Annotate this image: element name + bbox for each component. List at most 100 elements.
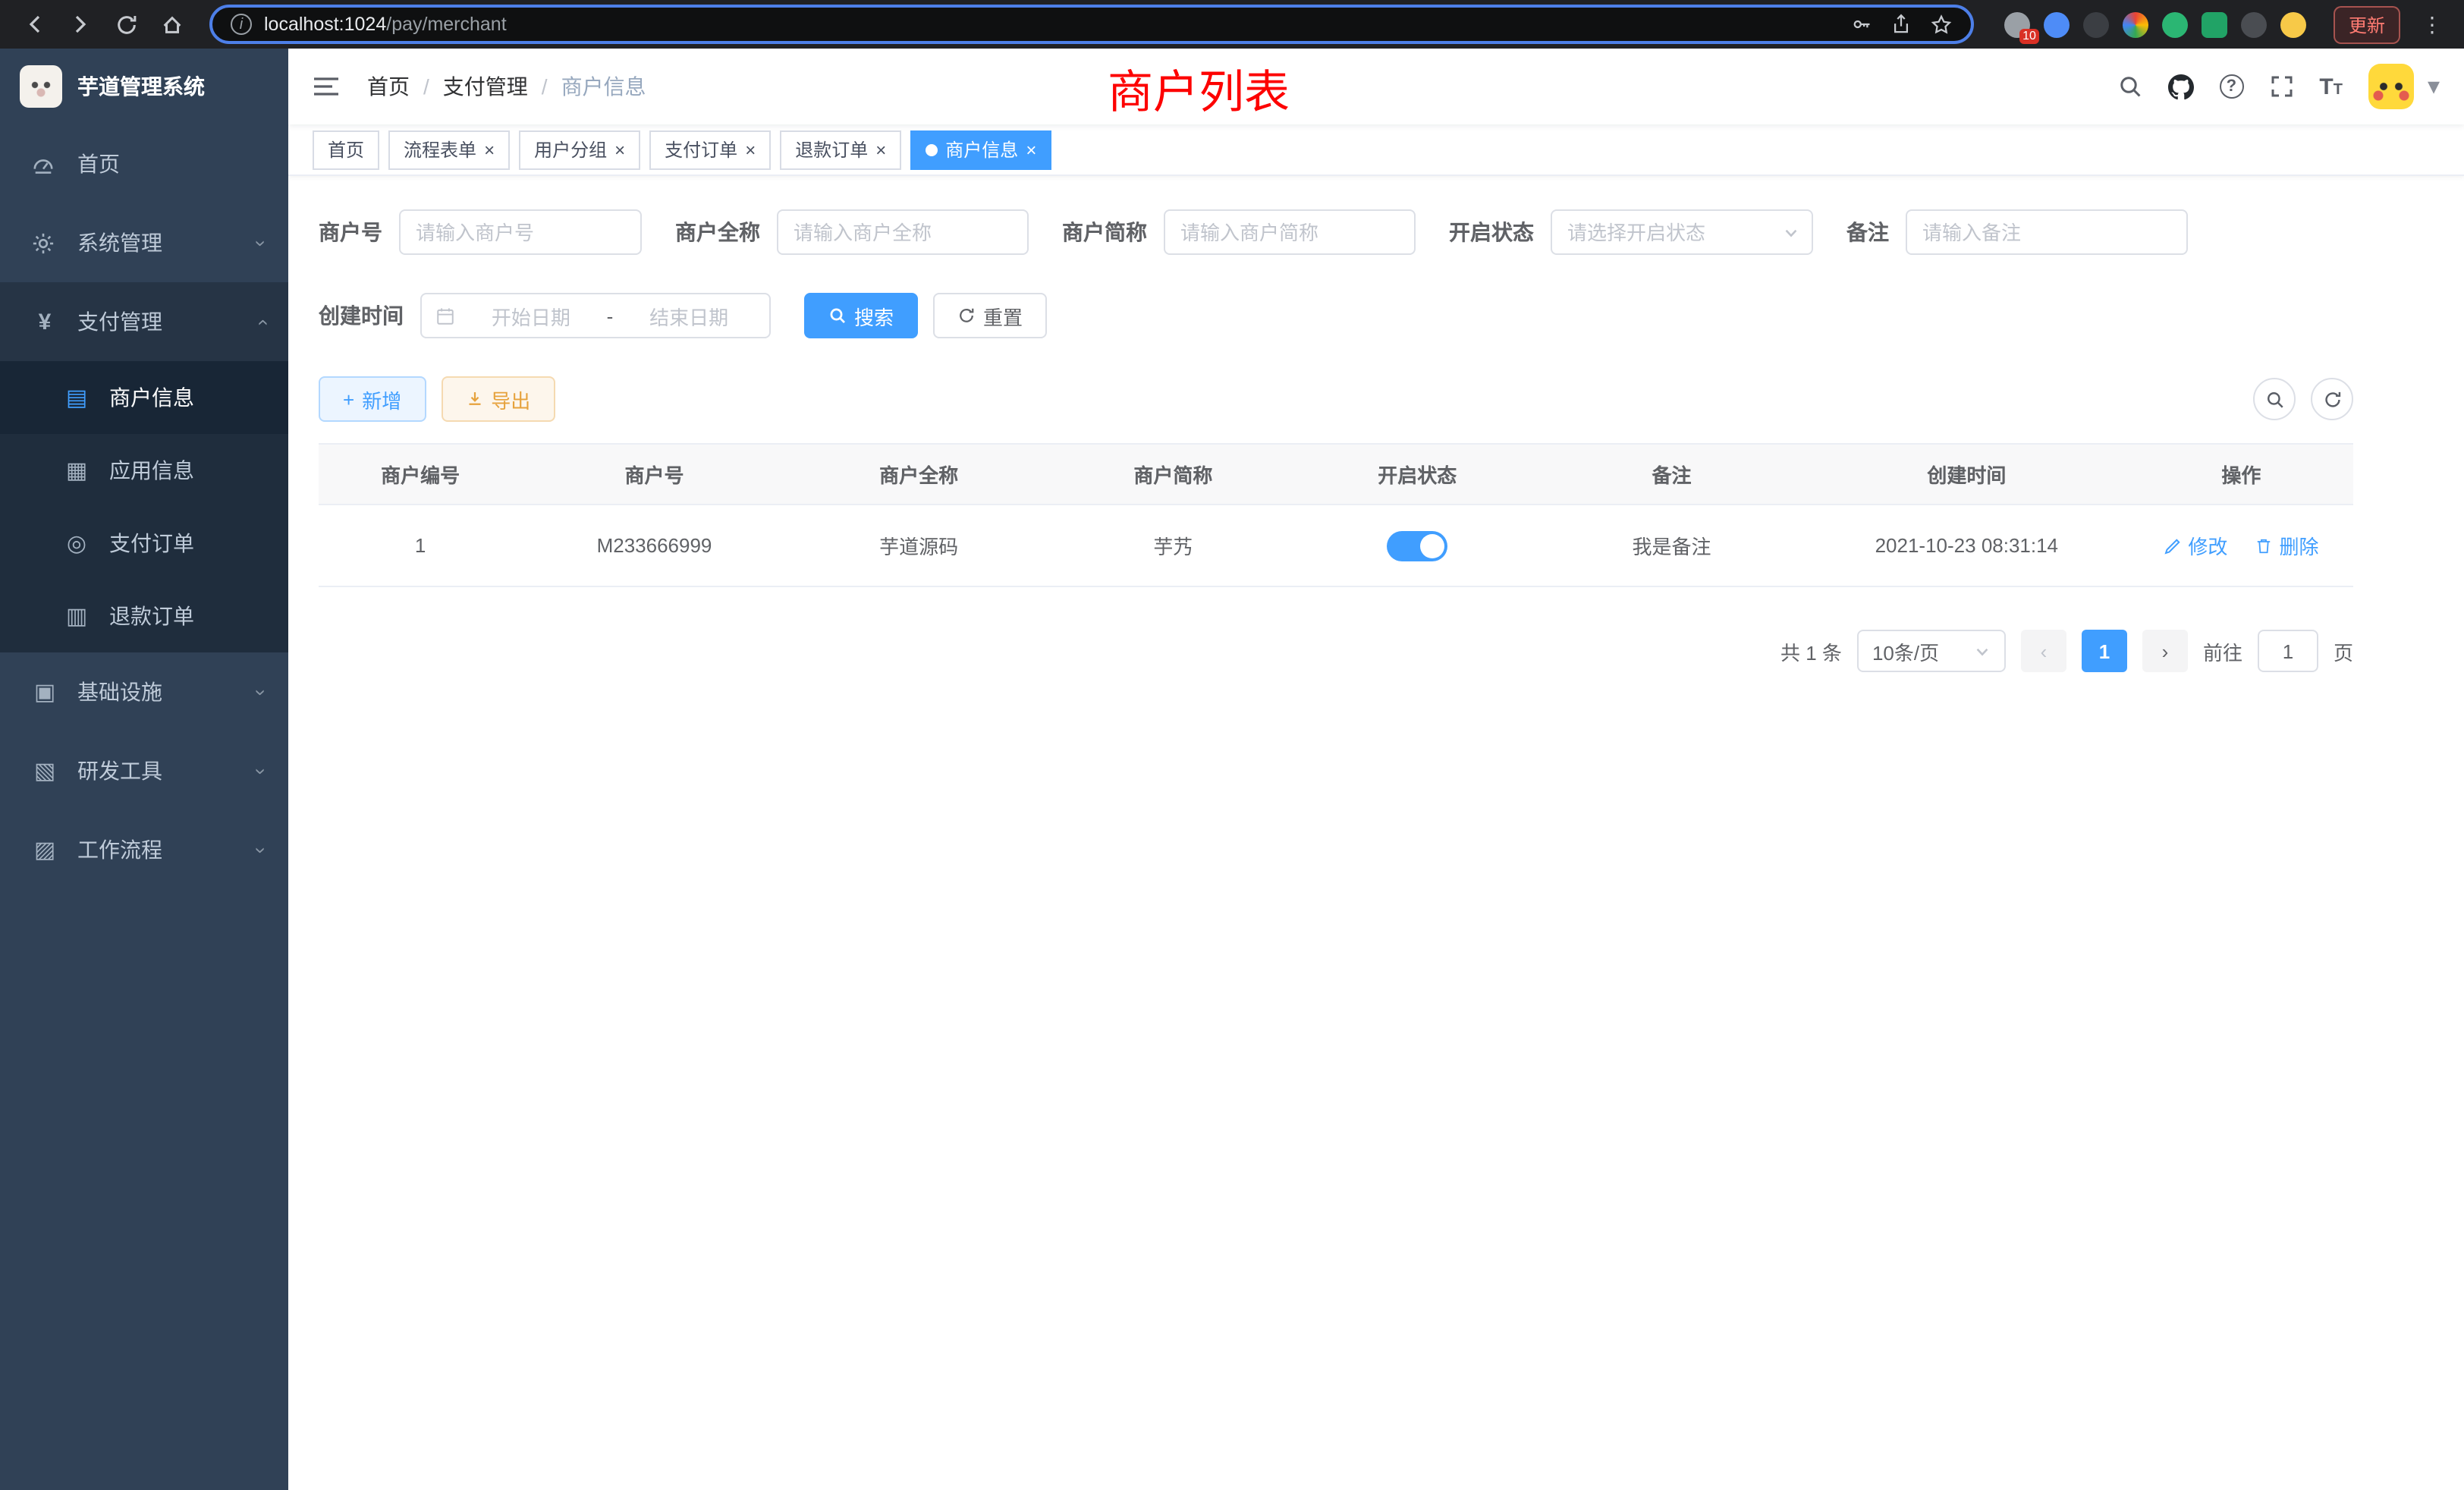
tab-pay-order[interactable]: 支付订单× (649, 130, 771, 169)
sidebar-item-refund-order[interactable]: ▥ 退款订单 (0, 580, 288, 652)
tab-merchant-info[interactable]: 商户信息× (910, 130, 1051, 169)
add-button[interactable]: + 新增 (319, 376, 426, 422)
status-toggle[interactable] (1387, 530, 1447, 561)
sidebar-item-pay-order[interactable]: ◎ 支付订单 (0, 507, 288, 580)
user-avatar[interactable] (2368, 64, 2414, 109)
app-logo[interactable]: 芋道管理系统 (0, 49, 288, 124)
dashboard-icon (32, 152, 58, 175)
sidebar-item-app-info[interactable]: ▦ 应用信息 (0, 434, 288, 507)
delete-link[interactable]: 删除 (2255, 531, 2318, 560)
merchant-no-input[interactable] (399, 209, 642, 255)
sidebar-item-home[interactable]: 首页 (0, 124, 288, 203)
forward-icon[interactable] (61, 5, 100, 44)
sidebar-item-infra[interactable]: ▣ 基础设施 › (0, 652, 288, 731)
sidebar: 芋道管理系统 首页 系统管理 › ¥ 支付管理 › ▤ 商户信息 (0, 49, 288, 1490)
remark-label: 备注 (1846, 217, 1889, 247)
extension-face-icon[interactable] (2280, 11, 2306, 37)
app-title: 芋道管理系统 (77, 71, 205, 102)
cell-remark: 我是备注 (1539, 505, 1804, 586)
search-button[interactable]: 搜索 (804, 293, 918, 338)
next-page-button[interactable]: › (2142, 630, 2188, 672)
share-icon[interactable] (1890, 14, 1912, 35)
close-icon[interactable]: × (745, 140, 756, 159)
back-icon[interactable] (15, 5, 55, 44)
chevron-down-icon: › (250, 240, 272, 247)
toggle-search-icon[interactable] (2253, 378, 2296, 420)
tab-refund-order[interactable]: 退款订单× (780, 130, 901, 169)
sidebar-item-merchant-info[interactable]: ▤ 商户信息 (0, 361, 288, 434)
col-status: 开启状态 (1295, 444, 1539, 505)
col-remark: 备注 (1539, 444, 1804, 505)
close-icon[interactable]: × (614, 140, 625, 159)
extension-paw-icon[interactable] (2241, 11, 2267, 37)
gear-icon (32, 231, 58, 254)
sidebar-item-workflow[interactable]: ▨ 工作流程 › (0, 810, 288, 889)
breadcrumb-payment[interactable]: 支付管理 (443, 71, 528, 102)
tab-home[interactable]: 首页 (313, 130, 379, 169)
edit-link[interactable]: 修改 (2164, 531, 2227, 560)
cell-merchant-no: M233666999 (522, 505, 787, 586)
extension-dark-icon[interactable] (2083, 11, 2109, 37)
sidebar-item-system[interactable]: 系统管理 › (0, 203, 288, 282)
sidebar-item-devtools[interactable]: ▧ 研发工具 › (0, 731, 288, 810)
sidebar-item-label: 商户信息 (109, 382, 194, 413)
extension-color-icon[interactable] (2123, 11, 2148, 37)
extension-drop-icon[interactable] (2044, 11, 2070, 37)
tab-process-form[interactable]: 流程表单× (388, 130, 510, 169)
full-name-input[interactable] (777, 209, 1029, 255)
col-create-time: 创建时间 (1804, 444, 2129, 505)
sidebar-item-label: 支付订单 (109, 528, 194, 558)
col-merchant-no: 商户号 (522, 444, 787, 505)
grid-icon: ▦ (64, 457, 90, 484)
end-date-placeholder[interactable]: 结束日期 (622, 301, 756, 330)
url-bar[interactable]: i localhost:1024/pay/merchant (209, 5, 1974, 44)
sidebar-item-payment[interactable]: ¥ 支付管理 › (0, 282, 288, 361)
breadcrumb-home[interactable]: 首页 (367, 71, 410, 102)
url-text[interactable]: localhost:1024/pay/merchant (264, 14, 1839, 35)
pagination-total: 共 1 条 (1780, 637, 1842, 665)
short-name-input[interactable] (1164, 209, 1416, 255)
help-icon[interactable]: ? (2219, 74, 2243, 99)
full-name-label: 商户全称 (675, 217, 760, 247)
goto-label: 前往 (2203, 637, 2242, 665)
create-time-range-picker[interactable]: 开始日期 - 结束日期 (420, 293, 771, 338)
header-search-icon[interactable] (2117, 74, 2142, 99)
avatar-caret-icon[interactable]: ▾ (2428, 71, 2440, 102)
cell-full-name: 芋道源码 (787, 505, 1051, 586)
fullscreen-icon[interactable] (2269, 74, 2293, 99)
goto-page-input[interactable] (2258, 630, 2318, 672)
home-icon[interactable] (152, 5, 191, 44)
browser-menu-icon[interactable]: ⋮ (2415, 11, 2449, 37)
reset-button[interactable]: 重置 (933, 293, 1047, 338)
start-date-placeholder[interactable]: 开始日期 (464, 301, 598, 330)
browser-update-button[interactable]: 更新 (2334, 5, 2400, 43)
prev-page-button[interactable]: ‹ (2021, 630, 2066, 672)
hamburger-icon[interactable] (313, 74, 340, 99)
site-info-icon[interactable]: i (231, 14, 252, 35)
extension-green-square-icon[interactable] (2202, 11, 2227, 37)
tab-user-group[interactable]: 用户分组× (519, 130, 640, 169)
export-button[interactable]: 导出 (441, 376, 555, 422)
bookmark-star-icon[interactable] (1930, 13, 1953, 36)
browser-chrome: i localhost:1024/pay/merchant 10 更新 ⋮ (0, 0, 2464, 49)
extension-green-icon[interactable] (2162, 11, 2188, 37)
yen-icon: ¥ (32, 309, 58, 335)
font-size-icon[interactable]: TT (2319, 74, 2343, 99)
close-icon[interactable]: × (484, 140, 495, 159)
url-path: /pay/merchant (386, 14, 506, 35)
status-select[interactable] (1551, 209, 1813, 255)
workflow-icon: ▨ (32, 836, 58, 863)
github-icon[interactable] (2167, 74, 2193, 99)
close-icon[interactable]: × (1026, 140, 1036, 159)
breadcrumb-current: 商户信息 (561, 71, 646, 102)
extension-puzzle-icon[interactable]: 10 (2004, 11, 2030, 37)
remark-input[interactable] (1906, 209, 2188, 255)
page-size-select[interactable]: 10条/页 (1857, 630, 2006, 672)
refresh-table-icon[interactable] (2311, 378, 2353, 420)
extension-badge: 10 (2019, 28, 2039, 43)
key-icon[interactable] (1851, 14, 1872, 35)
table-toolbar: + 新增 导出 (319, 376, 2353, 422)
close-icon[interactable]: × (875, 140, 886, 159)
reload-icon[interactable] (106, 5, 146, 44)
page-number-1[interactable]: 1 (2082, 630, 2127, 672)
